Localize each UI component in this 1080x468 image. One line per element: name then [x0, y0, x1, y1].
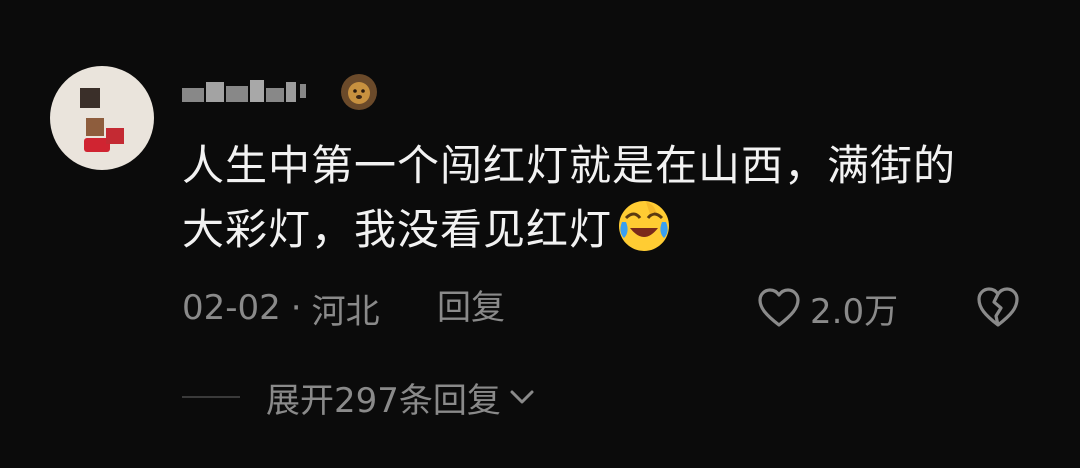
comment-text: 人生中第一个闯红灯就是在山西，满街的 大彩灯，我没看见红灯	[182, 134, 1012, 262]
comment-location: 河北	[311, 291, 380, 332]
reply-button[interactable]: 回复	[437, 286, 505, 330]
comment-meta: 02-02 · 河北	[182, 286, 380, 332]
comment-date: 02-02	[182, 288, 281, 328]
meta-separator: ·	[290, 288, 302, 328]
laughing-crying-emoji-icon	[619, 201, 670, 251]
lion-badge-icon	[341, 74, 377, 110]
chevron-down-icon	[510, 390, 534, 404]
username-blurred[interactable]	[182, 76, 332, 106]
heart-icon	[758, 288, 800, 327]
like-count: 2.0万	[810, 291, 899, 332]
comment-text-line-2-text: 大彩灯，我没看见红灯	[182, 205, 613, 254]
broken-heart-icon[interactable]	[974, 284, 1022, 332]
divider	[182, 396, 240, 398]
comment-text-line-1: 人生中第一个闯红灯就是在山西，满街的	[182, 141, 957, 190]
expand-replies-button[interactable]: 展开297条回复	[182, 374, 537, 421]
comment-text-line-2: 大彩灯，我没看见红灯	[182, 198, 1012, 262]
avatar[interactable]	[50, 66, 154, 170]
expand-replies-label: 展开297条回复	[266, 380, 501, 421]
like-button[interactable]: 2.0万	[756, 284, 898, 332]
comment-item: 人生中第一个闯红灯就是在山西，满街的 大彩灯，我没看见红灯 02-02 · 河北…	[0, 0, 1080, 468]
